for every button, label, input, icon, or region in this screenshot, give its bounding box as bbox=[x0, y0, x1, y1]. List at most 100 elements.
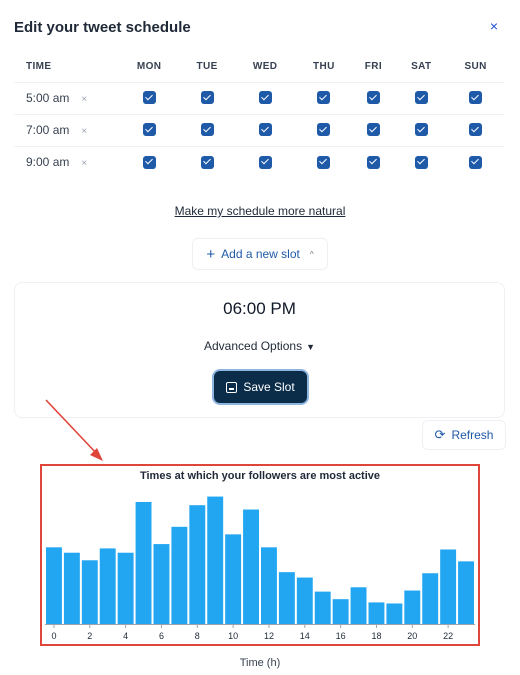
chart-x-tick-label: 0 bbox=[51, 631, 56, 641]
chart-x-tick-label: 8 bbox=[195, 631, 200, 641]
chart-bar bbox=[332, 599, 349, 624]
day-checkbox-fri[interactable] bbox=[366, 123, 380, 137]
chart-bar bbox=[261, 547, 277, 624]
save-slot-button[interactable]: Save Slot bbox=[214, 371, 307, 403]
day-cell bbox=[118, 81, 181, 114]
day-cell bbox=[296, 113, 352, 146]
day-checkbox-mon[interactable] bbox=[142, 91, 156, 105]
chart-x-tick-label: 2 bbox=[87, 631, 92, 641]
add-slot-button[interactable]: + Add a new slot ^ bbox=[192, 238, 328, 270]
day-cell bbox=[234, 113, 297, 146]
chart-bar bbox=[225, 534, 242, 624]
natural-schedule-row: Make my schedule more natural bbox=[0, 204, 520, 218]
day-checkbox-wed[interactable] bbox=[258, 91, 272, 105]
chart-bar bbox=[422, 573, 439, 624]
chart-x-tick-label: 16 bbox=[336, 631, 346, 641]
day-checkbox-sat[interactable] bbox=[414, 91, 428, 105]
advanced-options-toggle[interactable]: Advanced Options ▼ bbox=[15, 339, 504, 353]
dialog-title: Edit your tweet schedule bbox=[14, 19, 191, 36]
chart-bar bbox=[314, 591, 331, 624]
chart-bar bbox=[278, 572, 295, 624]
chart-bar bbox=[99, 548, 116, 624]
save-icon bbox=[226, 381, 238, 393]
day-cell bbox=[447, 145, 504, 178]
day-checkbox-sun[interactable] bbox=[469, 123, 483, 137]
schedule-row: 7:00 am × bbox=[14, 113, 504, 146]
schedule-header-row: TIME MON TUE WED THU FRI SAT SUN bbox=[14, 52, 504, 82]
day-checkbox-wed[interactable] bbox=[258, 123, 272, 137]
schedule-body: 5:00 am × 7:00 am × 9:00 am × bbox=[14, 81, 504, 178]
chart-bar bbox=[81, 560, 98, 624]
remove-slot-icon[interactable]: × bbox=[81, 158, 87, 169]
day-checkbox-wed[interactable] bbox=[258, 155, 272, 169]
save-slot-label: Save Slot bbox=[243, 380, 295, 394]
chart-x-axis-label: Time (h) bbox=[239, 657, 281, 669]
chart-bar bbox=[46, 547, 62, 624]
chart-bar bbox=[207, 496, 224, 624]
day-cell bbox=[296, 145, 352, 178]
day-cell bbox=[447, 81, 504, 114]
close-icon[interactable]: × bbox=[482, 14, 506, 38]
chart-x-tick-label: 6 bbox=[159, 631, 164, 641]
day-header-sat: SAT bbox=[411, 61, 432, 73]
day-cell bbox=[234, 81, 297, 114]
refresh-button[interactable]: ⟳ Refresh bbox=[422, 420, 506, 450]
slot-time-cell: 5:00 am × bbox=[14, 81, 118, 114]
day-checkbox-fri[interactable] bbox=[366, 91, 380, 105]
chart-bar bbox=[243, 509, 259, 624]
slot-time-picker[interactable]: 06:00 PM bbox=[15, 299, 504, 319]
chart-bar bbox=[171, 526, 188, 624]
day-checkbox-fri[interactable] bbox=[366, 155, 380, 169]
day-cell bbox=[180, 81, 235, 114]
day-header-sun: SUN bbox=[464, 61, 487, 73]
refresh-icon: ⟳ bbox=[434, 427, 446, 442]
day-checkbox-tue[interactable] bbox=[200, 155, 214, 169]
day-cell bbox=[395, 113, 448, 146]
day-cell bbox=[395, 81, 448, 114]
day-cell bbox=[180, 145, 235, 178]
remove-slot-icon[interactable]: × bbox=[81, 126, 87, 137]
chart-bar bbox=[440, 549, 457, 624]
day-cell bbox=[351, 81, 396, 114]
dialog-header: Edit your tweet schedule × bbox=[14, 18, 506, 42]
day-cell bbox=[351, 113, 396, 146]
day-cell bbox=[351, 145, 396, 178]
chevron-up-icon: ^ bbox=[309, 249, 314, 259]
day-checkbox-mon[interactable] bbox=[142, 155, 156, 169]
slot-time-label: 9:00 am bbox=[26, 155, 70, 170]
day-checkbox-sat[interactable] bbox=[414, 123, 428, 137]
day-checkbox-thu[interactable] bbox=[317, 91, 331, 105]
chart-bar bbox=[458, 561, 474, 624]
chart-x-tick-label: 12 bbox=[264, 631, 274, 641]
day-header-tue: TUE bbox=[196, 61, 218, 73]
chart-bar bbox=[153, 544, 170, 624]
day-header-fri: FRI bbox=[364, 61, 383, 73]
day-checkbox-thu[interactable] bbox=[317, 155, 331, 169]
make-schedule-natural-link[interactable]: Make my schedule more natural bbox=[175, 204, 346, 218]
chevron-down-icon: ▼ bbox=[306, 342, 315, 352]
chart-bar bbox=[368, 602, 385, 624]
chart-x-tick-label: 18 bbox=[371, 631, 381, 641]
remove-slot-icon[interactable]: × bbox=[81, 94, 87, 105]
day-checkbox-mon[interactable] bbox=[142, 123, 156, 137]
time-column-header: TIME bbox=[26, 61, 52, 73]
advanced-options-label: Advanced Options bbox=[204, 339, 303, 353]
slot-time-label: 5:00 am bbox=[26, 91, 70, 105]
add-slot-label: Add a new slot bbox=[221, 247, 300, 261]
day-checkbox-tue[interactable] bbox=[200, 91, 214, 105]
slot-time-cell: 9:00 am × bbox=[14, 145, 118, 178]
day-cell bbox=[447, 113, 504, 146]
day-checkbox-thu[interactable] bbox=[317, 123, 331, 137]
chart-x-tick-label: 14 bbox=[300, 631, 310, 641]
day-checkbox-sun[interactable] bbox=[469, 155, 483, 169]
day-checkbox-sun[interactable] bbox=[469, 91, 483, 105]
chart-bar bbox=[296, 577, 313, 624]
slot-time-label: 7:00 am bbox=[26, 123, 70, 137]
chart-x-tick-label: 4 bbox=[123, 631, 128, 641]
day-checkbox-sat[interactable] bbox=[414, 155, 428, 169]
day-cell bbox=[180, 113, 235, 146]
chart-bar bbox=[386, 603, 403, 624]
schedule-row: 5:00 am × bbox=[14, 81, 504, 114]
day-header-thu: THU bbox=[312, 61, 335, 73]
day-checkbox-tue[interactable] bbox=[200, 123, 214, 137]
